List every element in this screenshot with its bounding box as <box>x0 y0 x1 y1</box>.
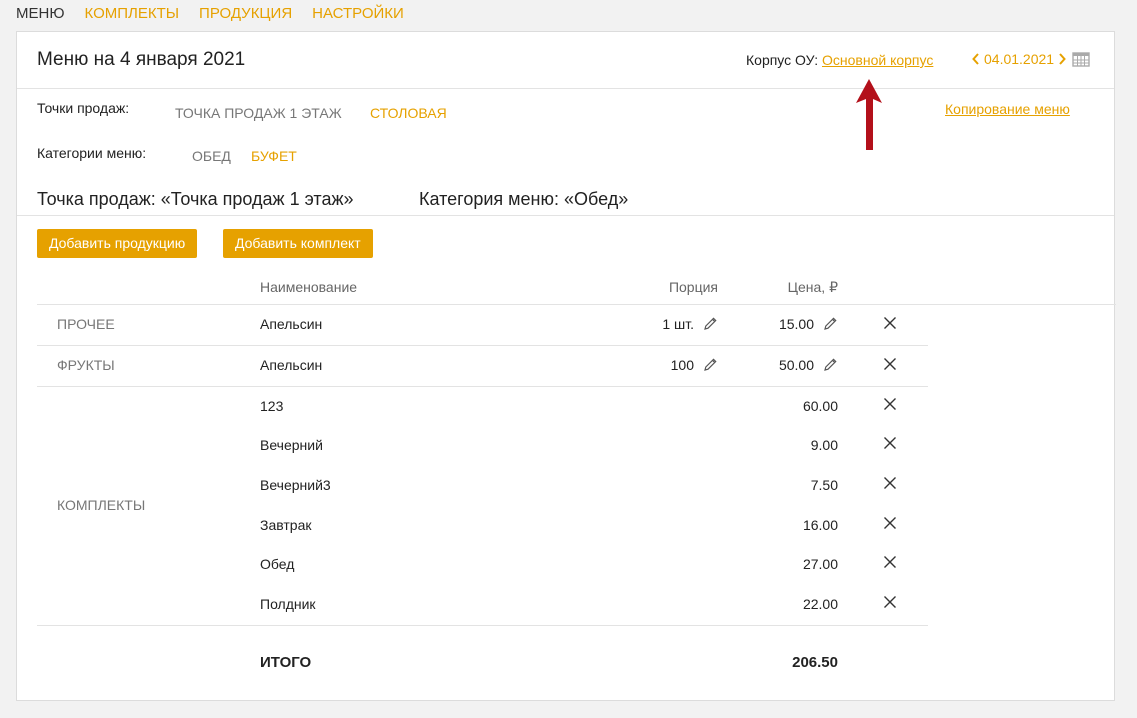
delete-close-icon[interactable] <box>883 595 897 609</box>
divider <box>37 625 928 626</box>
categories-label: Категории меню: <box>37 145 147 161</box>
set-price: 60.00 <box>802 398 838 414</box>
category-chip-lunch[interactable]: ОБЕД <box>192 148 231 164</box>
copy-menu-link[interactable]: Копирование меню <box>945 101 1070 117</box>
nav-sets[interactable]: КОМПЛЕКТЫ <box>85 5 180 23</box>
add-product-button[interactable]: Добавить продукцию <box>37 229 198 258</box>
nav-products[interactable]: ПРОДУКЦИЯ <box>199 5 292 23</box>
divider <box>37 345 928 346</box>
set-name: Обед <box>260 556 295 572</box>
korpus-selector: Корпус ОУ: Основной корпус <box>746 52 933 68</box>
menu-header: Меню на 4 января 2021 Корпус ОУ: Основно… <box>17 32 1114 89</box>
row-category: ФРУКТЫ <box>57 357 115 373</box>
divider <box>17 215 1114 216</box>
delete-close-icon[interactable] <box>883 397 897 411</box>
top-navigation: МЕНЮ КОМПЛЕКТЫ ПРОДУКЦИЯ НАСТРОЙКИ <box>16 5 404 23</box>
point-chip-floor1[interactable]: ТОЧКА ПРОДАЖ 1 ЭТАЖ <box>175 105 342 121</box>
set-name: Вечерний3 <box>260 477 331 493</box>
delete-close-icon[interactable] <box>883 555 897 569</box>
korpus-label: Корпус ОУ: <box>746 52 819 68</box>
set-name: 123 <box>260 398 284 414</box>
point-chip-canteen[interactable]: СТОЛОВАЯ <box>370 105 447 121</box>
korpus-link[interactable]: Основной корпус <box>822 52 933 68</box>
set-price: 27.00 <box>802 556 838 572</box>
edit-price-pencil-icon[interactable] <box>823 357 838 372</box>
set-price: 9.00 <box>810 437 838 453</box>
row-price: 15.00 <box>778 316 814 332</box>
nav-settings[interactable]: НАСТРОЙКИ <box>312 5 404 23</box>
total-value: 206.50 <box>792 654 838 671</box>
divider <box>37 304 1116 305</box>
edit-price-pencil-icon[interactable] <box>823 316 838 331</box>
selected-category-title: Категория меню: «Обед» <box>419 189 629 209</box>
page-title: Меню на 4 января 2021 <box>37 49 246 70</box>
date-navigator: 04.01.2021 <box>970 50 1090 68</box>
calendar-icon[interactable] <box>1072 51 1090 67</box>
prev-date-icon[interactable] <box>970 50 982 68</box>
delete-close-icon[interactable] <box>883 357 897 371</box>
row-name: Апельсин <box>260 357 323 373</box>
red-arrow-icon <box>856 79 882 150</box>
delete-close-icon[interactable] <box>883 476 897 490</box>
nav-menu[interactable]: МЕНЮ <box>16 5 65 23</box>
row-portion: 1 шт. <box>662 316 694 332</box>
add-set-button[interactable]: Добавить комплект <box>223 229 373 258</box>
set-price: 16.00 <box>802 517 838 533</box>
set-name: Полдник <box>260 596 316 612</box>
delete-close-icon[interactable] <box>883 436 897 450</box>
current-date[interactable]: 04.01.2021 <box>982 51 1056 67</box>
next-date-icon[interactable] <box>1056 50 1068 68</box>
column-header-price: Цена, ₽ <box>787 279 838 295</box>
column-header-portion: Порция <box>668 279 718 295</box>
set-name: Вечерний <box>260 437 323 453</box>
selected-point-title: Точка продаж: «Точка продаж 1 этаж» <box>37 189 354 209</box>
set-name: Завтрак <box>260 517 312 533</box>
row-name: Апельсин <box>260 316 323 332</box>
set-price: 7.50 <box>810 477 838 493</box>
divider <box>37 386 928 387</box>
row-price: 50.00 <box>778 357 814 373</box>
menu-panel: Меню на 4 января 2021 Корпус ОУ: Основно… <box>16 31 1116 701</box>
category-chip-buffet[interactable]: БУФЕТ <box>251 148 297 164</box>
row-portion: 100 <box>670 357 694 373</box>
points-label: Точки продаж: <box>37 100 130 116</box>
set-price: 22.00 <box>802 596 838 612</box>
row-category: ПРОЧЕЕ <box>57 316 115 332</box>
sets-category: КОМПЛЕКТЫ <box>57 497 146 513</box>
total-label: ИТОГО <box>260 654 312 671</box>
column-header-name: Наименование <box>260 279 358 295</box>
delete-close-icon[interactable] <box>883 316 897 330</box>
delete-close-icon[interactable] <box>883 516 897 530</box>
